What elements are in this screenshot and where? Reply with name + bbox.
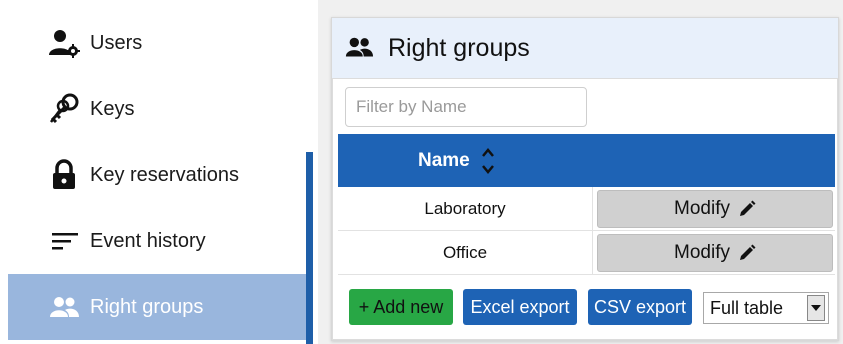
card-header: Right groups (332, 18, 838, 78)
sidebar-item-event-history[interactable]: Event history (8, 208, 306, 274)
modify-button[interactable]: Modify (597, 234, 833, 272)
lock-icon (44, 155, 84, 195)
sidebar-item-label: Users (90, 31, 143, 54)
pencil-icon (739, 244, 756, 260)
filter-input[interactable] (345, 87, 587, 127)
table-container: Name Laboratory Modify Office Modify (332, 78, 838, 340)
modify-label: Modify (674, 198, 730, 219)
pencil-icon (739, 200, 756, 216)
sidebar: Users Keys Key reservations Event histor… (0, 0, 320, 344)
view-select-value: Full table (710, 297, 784, 318)
sidebar-item-label: Keys (90, 97, 135, 120)
page-title: Right groups (388, 33, 530, 62)
sidebar-item-label: Right groups (90, 295, 204, 318)
sidebar-item-keys[interactable]: Keys (8, 76, 306, 142)
row-name: Office (338, 231, 593, 274)
table-row: Laboratory Modify (338, 187, 835, 231)
add-new-button[interactable]: + Add new (349, 289, 453, 325)
modify-button[interactable]: Modify (597, 190, 833, 228)
sidebar-scrollbar[interactable] (306, 152, 313, 344)
group-icon (344, 31, 378, 65)
sidebar-item-key-reservations[interactable]: Key reservations (8, 142, 306, 208)
lines-icon (44, 221, 84, 261)
sort-icon[interactable] (480, 146, 496, 176)
table-header: Name (338, 134, 835, 187)
column-header-name[interactable]: Name (418, 150, 470, 172)
right-groups-card: Right groups Name Laboratory Modify Offi… (331, 17, 839, 341)
table-row: Office Modify (338, 231, 835, 275)
sidebar-item-users[interactable]: Users (8, 10, 306, 76)
csv-export-button[interactable]: CSV export (588, 289, 692, 325)
sidebar-item-label: Key reservations (90, 163, 239, 186)
row-name: Laboratory (338, 187, 593, 230)
modify-label: Modify (674, 242, 730, 263)
user-gear-icon (44, 23, 84, 63)
sidebar-item-right-groups[interactable]: Right groups (8, 274, 306, 340)
chevron-down-icon[interactable] (807, 295, 825, 321)
sidebar-item-label: Event history (90, 229, 206, 252)
keys-icon (44, 89, 84, 129)
view-select[interactable]: Full table (703, 292, 829, 324)
excel-export-button[interactable]: Excel export (463, 289, 577, 325)
group-icon (44, 287, 84, 327)
